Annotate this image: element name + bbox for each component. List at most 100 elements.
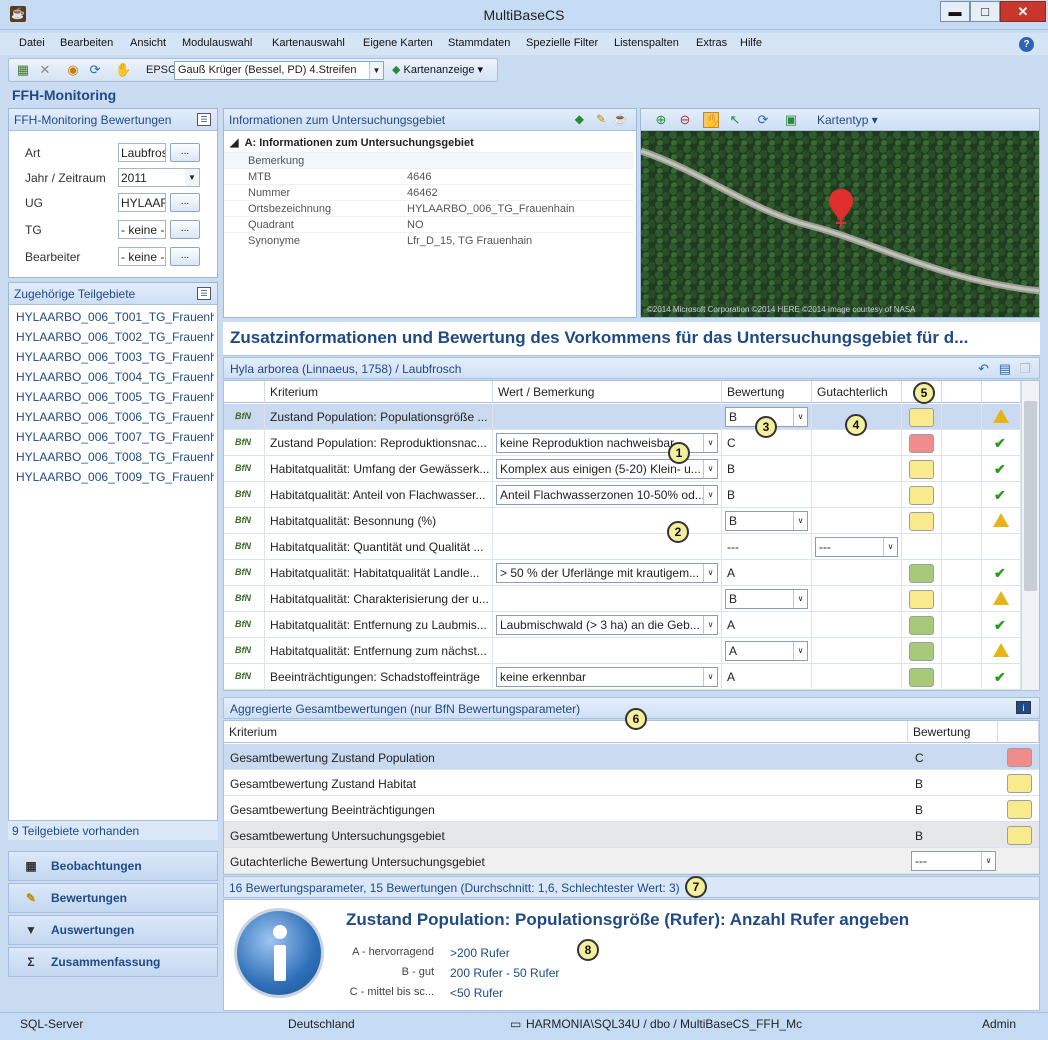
table-row[interactable]: BfN Zustand Population: Populationsgröße … — [224, 404, 1021, 430]
expert-select[interactable]: --- ∨ — [815, 537, 898, 557]
rating-cell[interactable]: B — [722, 482, 812, 508]
menu-eigene-karten[interactable]: Eigene Karten — [363, 37, 433, 49]
expert-cell[interactable] — [812, 612, 902, 638]
value-cell[interactable] — [493, 586, 722, 612]
rating-select[interactable]: B ∨ — [725, 589, 808, 609]
bearbeiter-field[interactable]: - keine - — [118, 247, 166, 266]
value-cell[interactable] — [493, 534, 722, 560]
scrollbar-thumb[interactable] — [1024, 401, 1037, 591]
list-item[interactable]: HYLAARBO_006_T001_TG_Frauenhain — [16, 310, 214, 324]
list-item[interactable]: HYLAARBO_006_T008_TG_Frauenhain — [16, 450, 214, 464]
menu-kartenauswahl[interactable]: Kartenauswahl — [272, 37, 345, 49]
info-icon[interactable]: i — [1016, 701, 1031, 714]
table-row[interactable]: BfN Habitatqualität: Entfernung zum nächs… — [224, 638, 1021, 664]
add-icon[interactable]: ▦ — [15, 62, 31, 78]
value-cell[interactable] — [493, 404, 722, 430]
menu-datei[interactable]: Datei — [19, 37, 45, 49]
vertical-scrollbar[interactable] — [1021, 381, 1039, 690]
list-item[interactable]: HYLAARBO_006_T005_TG_Frauenhain — [16, 390, 214, 404]
minimize-button[interactable]: ▬ — [940, 1, 970, 22]
table-row[interactable]: Gesamtbewertung Beeinträchtigungen B — [224, 796, 1039, 822]
nav-zusammenfassung[interactable]: Σ Zusammenfassung — [8, 947, 218, 977]
list-settings-icon[interactable]: ☰ — [197, 113, 211, 126]
refresh-icon[interactable]: ⟳ — [87, 62, 103, 78]
expert-rating-select[interactable]: --- ∨ — [911, 851, 996, 871]
table-row[interactable]: BfN Beeinträchtigungen: Schadstoffeinträg… — [224, 664, 1021, 690]
menu-modulauswahl[interactable]: Modulauswahl — [182, 37, 252, 49]
tg-lookup-button[interactable]: ... — [170, 220, 200, 239]
value-cell[interactable]: Komplex aus einigen (5-20) Klein- u... ∨ — [493, 456, 722, 482]
column-header-bewertung[interactable]: Bewertung — [908, 721, 998, 743]
column-header-gutachterlich[interactable]: Gutachterlich — [812, 381, 902, 403]
map-icon[interactable]: ◆ — [575, 112, 584, 126]
value-select[interactable]: > 50 % der Uferlänge mit krautigem... ∨ — [496, 563, 718, 583]
value-cell[interactable] — [493, 638, 722, 664]
list-item[interactable]: HYLAARBO_006_T009_TG_Frauenhain — [16, 470, 214, 484]
nav-beobachtungen[interactable]: ▦ Beobachtungen — [8, 851, 218, 881]
table-row[interactable]: Gesamtbewertung Untersuchungsgebiet B — [224, 822, 1039, 848]
column-header-kriterium[interactable]: Kriterium — [265, 381, 493, 403]
table-row[interactable]: BfN Habitatqualität: Quantität und Qualit… — [224, 534, 1021, 560]
select-arrow-icon[interactable]: ↖ — [727, 112, 743, 128]
save-icon[interactable]: ▤ — [999, 361, 1011, 377]
art-lookup-button[interactable]: ... — [170, 143, 200, 162]
help-icon[interactable]: ? — [1019, 37, 1034, 52]
list-item[interactable]: HYLAARBO_006_T002_TG_Frauenhain — [16, 330, 214, 344]
expert-cell[interactable] — [812, 508, 902, 534]
delete-icon[interactable]: ✕ — [37, 62, 53, 78]
list-settings-icon[interactable]: ☰ — [197, 287, 211, 300]
globe-icon[interactable]: ◉ — [65, 62, 81, 78]
hand-icon[interactable]: ✋ — [115, 62, 131, 78]
satellite-map[interactable] — [641, 131, 1040, 318]
table-row[interactable]: BfN Habitatqualität: Anteil von Flachwass… — [224, 482, 1021, 508]
rating-select[interactable]: A ∨ — [725, 641, 808, 661]
menu-listenspalten[interactable]: Listenspalten — [614, 37, 679, 49]
layers-icon[interactable]: ▣ — [783, 112, 799, 128]
pan-icon[interactable]: ✋ — [703, 112, 720, 128]
menu-ansicht[interactable]: Ansicht — [130, 37, 166, 49]
value-select[interactable]: Laubmischwald (> 3 ha) an die Geb... ∨ — [496, 615, 718, 635]
rating-cell[interactable]: B ∨ — [722, 586, 812, 612]
value-cell[interactable]: Anteil Flachwasserzonen 10-50% od... ∨ — [493, 482, 722, 508]
expert-cell[interactable] — [812, 456, 902, 482]
expert-cell[interactable] — [812, 638, 902, 664]
property-row[interactable]: Nummer 46462 — [224, 184, 634, 200]
rating-cell[interactable]: B — [722, 456, 812, 482]
table-row[interactable]: BfN Habitatqualität: Habitatqualität Land… — [224, 560, 1021, 586]
kartenanzeige-button[interactable]: ◆ Kartenanzeige ▾ — [392, 62, 495, 79]
menu-stammdaten[interactable]: Stammdaten — [448, 37, 510, 49]
ug-lookup-button[interactable]: ... — [170, 193, 200, 212]
rating-cell[interactable]: A — [722, 664, 812, 690]
zoom-out-icon[interactable]: ⊖ — [677, 112, 693, 128]
property-row[interactable]: Bemerkung — [224, 152, 634, 168]
edit-icon[interactable]: ✎ — [596, 112, 606, 126]
table-row[interactable]: BfN Habitatqualität: Besonnung (%) B ∨ — [224, 508, 1021, 534]
art-field[interactable]: Laubfrosch — [118, 143, 166, 162]
refresh-icon[interactable]: ⟳ — [755, 112, 771, 128]
table-row[interactable]: Gesamtbewertung Zustand Habitat B — [224, 770, 1039, 796]
rating-cell[interactable]: B ∨ — [722, 508, 812, 534]
menu-spezielle-filter[interactable]: Spezielle Filter — [526, 37, 598, 49]
bearbeiter-lookup-button[interactable]: ... — [170, 247, 200, 266]
table-row[interactable]: BfN Habitatqualität: Entfernung zu Laubmi… — [224, 612, 1021, 638]
nav-bewertungen[interactable]: ✎ Bewertungen — [8, 883, 218, 913]
close-button[interactable]: ✕ — [1000, 1, 1046, 22]
property-row[interactable]: Quadrant NO — [224, 216, 634, 232]
zoom-in-icon[interactable]: ⊕ — [653, 112, 669, 128]
table-row[interactable]: BfN Habitatqualität: Umfang der Gewässerk… — [224, 456, 1021, 482]
property-row[interactable]: Synonyme Lfr_D_15, TG Frauenhain — [224, 232, 634, 248]
ug-field[interactable]: HYLAARBO_006 — [118, 193, 166, 212]
property-row[interactable]: MTB 4646 — [224, 168, 634, 184]
expert-cell[interactable] — [812, 586, 902, 612]
list-item[interactable]: HYLAARBO_006_T003_TG_Frauenhain — [16, 350, 214, 364]
expert-cell[interactable] — [812, 482, 902, 508]
table-row[interactable]: Gutachterliche Bewertung Untersuchungsge… — [224, 848, 1039, 874]
column-header-bewertung[interactable]: Bewertung — [722, 381, 812, 403]
kartentyp-dropdown[interactable]: Kartentyp ▾ — [817, 113, 878, 127]
app-icon[interactable]: ☕ — [613, 112, 628, 126]
value-select[interactable]: Anteil Flachwasserzonen 10-50% od... ∨ — [496, 485, 718, 505]
maximize-button[interactable]: □ — [970, 1, 1000, 22]
list-item[interactable]: HYLAARBO_006_T007_TG_Frauenhain — [16, 430, 214, 444]
value-cell[interactable]: Laubmischwald (> 3 ha) an die Geb... ∨ — [493, 612, 722, 638]
property-row[interactable]: Ortsbezeichnung HYLAARBO_006_TG_Frauenhai… — [224, 200, 634, 216]
